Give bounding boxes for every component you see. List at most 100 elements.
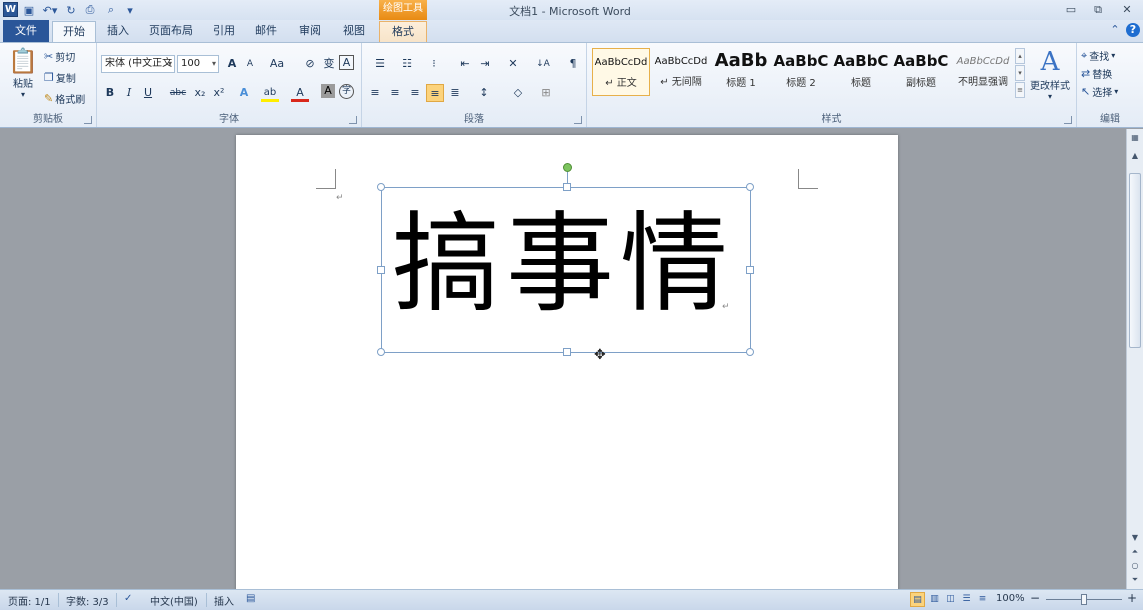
resize-handle-bottom[interactable] — [563, 348, 571, 356]
clipboard-dialog-launcher[interactable] — [84, 116, 92, 124]
tab-page-layout[interactable]: 页面布局 — [142, 21, 200, 42]
line-spacing-button[interactable]: ↕ — [472, 84, 496, 102]
underline-button[interactable]: U — [139, 84, 157, 102]
styles-dialog-launcher[interactable] — [1064, 116, 1072, 124]
resize-handle-bottom-right[interactable] — [746, 348, 754, 356]
zoom-out-button[interactable]: − — [1030, 591, 1040, 605]
paste-button[interactable]: 📋 粘贴 ▾ — [8, 47, 38, 103]
superscript-button[interactable]: x² — [210, 84, 228, 102]
text-box-content[interactable]: 搞事情 — [392, 200, 734, 330]
zoom-level[interactable]: 100% — [996, 593, 1025, 604]
increase-indent-button[interactable]: ⇥ — [476, 55, 494, 73]
resize-handle-top-right[interactable] — [746, 183, 754, 191]
align-left-button[interactable]: ≡ — [366, 84, 384, 102]
text-box[interactable]: 搞事情 ↵ ✥ — [377, 163, 754, 363]
replace-button[interactable]: ⇄ 替换 — [1081, 66, 1112, 81]
justify-button[interactable]: ≡ — [426, 84, 444, 102]
style-subtitle[interactable]: AaBbC 副标题 — [892, 48, 950, 96]
select-button[interactable]: ↖ 选择 ▾ — [1081, 84, 1118, 99]
tab-view[interactable]: 视图 — [336, 21, 372, 42]
tab-insert[interactable]: 插入 — [100, 21, 136, 42]
grow-font-button[interactable]: A — [223, 55, 241, 73]
resize-handle-bottom-left[interactable] — [377, 348, 385, 356]
align-right-button[interactable]: ≡ — [406, 84, 424, 102]
change-case-button[interactable]: Aa — [265, 55, 289, 73]
tab-mailings[interactable]: 邮件 — [248, 21, 284, 42]
tab-review[interactable]: 审阅 — [291, 21, 329, 42]
draft-view-icon[interactable]: ≡ — [975, 592, 990, 607]
cut-button[interactable]: ✂ 剪切 — [44, 49, 75, 64]
subscript-button[interactable]: x₂ — [191, 84, 209, 102]
proofing-icon[interactable]: ✓ — [124, 593, 132, 604]
redo-icon[interactable]: ↻ — [64, 2, 78, 18]
shrink-font-button[interactable]: A — [241, 55, 259, 73]
print-preview-icon[interactable]: ⌕ — [102, 2, 120, 18]
minimize-ribbon-icon[interactable]: ⌃ — [1108, 23, 1122, 37]
scrollbar-thumb[interactable] — [1129, 173, 1141, 348]
decrease-indent-button[interactable]: ⇤ — [456, 55, 474, 73]
borders-button[interactable]: ⊞ — [534, 84, 558, 102]
undo-icon[interactable]: ↶▾ — [40, 2, 60, 18]
page-count[interactable]: 页面: 1/1 — [8, 593, 51, 608]
paragraph-shading-button[interactable]: ◇ — [506, 84, 530, 102]
word-app-icon[interactable]: W — [3, 2, 18, 17]
chinese-layout-button[interactable]: ✕ — [502, 55, 524, 73]
font-size-combo[interactable]: 100 ▾ — [177, 55, 219, 73]
next-page-icon[interactable]: ⏷ — [1129, 575, 1141, 585]
minimize-button[interactable]: ▭ — [1060, 1, 1082, 18]
highlight-button[interactable]: ab — [261, 84, 279, 102]
resize-handle-top-left[interactable] — [377, 183, 385, 191]
tab-references[interactable]: 引用 — [206, 21, 242, 42]
style-heading-1[interactable]: AaBb 标题 1 — [712, 48, 770, 96]
insert-mode-indicator[interactable]: 插入 — [214, 593, 234, 608]
font-color-button[interactable]: A — [291, 84, 309, 102]
ruler-toggle-icon[interactable]: ▦ — [1129, 133, 1141, 142]
clear-formatting-button[interactable]: ⊘ — [301, 55, 319, 73]
copy-button[interactable]: ❐ 复制 — [44, 70, 76, 85]
show-marks-button[interactable]: ¶ — [564, 55, 582, 73]
print-layout-view-icon[interactable]: ▤ — [910, 592, 925, 607]
outline-view-icon[interactable]: ☰ — [959, 592, 974, 607]
word-count[interactable]: 字数: 3/3 — [66, 593, 109, 608]
style-normal[interactable]: AaBbCcDd ↵ 正文 — [592, 48, 650, 96]
quick-print-icon[interactable]: ⎙ — [82, 2, 98, 18]
italic-button[interactable]: I — [120, 84, 138, 102]
scroll-up-icon[interactable]: ▲ — [1129, 151, 1141, 160]
distributed-button[interactable]: ≣ — [446, 84, 464, 102]
font-dialog-launcher[interactable] — [349, 116, 357, 124]
tab-format[interactable]: 格式 — [379, 21, 427, 42]
document-page[interactable]: ↵ 搞事情 ↵ ✥ — [236, 135, 898, 595]
web-layout-view-icon[interactable]: ◫ — [943, 592, 958, 607]
style-title[interactable]: AaBbC 标题 — [832, 48, 890, 96]
resize-handle-top[interactable] — [563, 183, 571, 191]
save-icon[interactable]: ▣ — [22, 2, 36, 18]
zoom-in-button[interactable]: + — [1127, 591, 1137, 605]
font-name-combo[interactable]: 宋体 (中文正文 ▾ — [101, 55, 175, 73]
align-center-button[interactable]: ≡ — [386, 84, 404, 102]
change-styles-button[interactable]: A 更改样式 ▾ — [1027, 47, 1073, 103]
bold-button[interactable]: B — [101, 84, 119, 102]
resize-handle-right[interactable] — [746, 266, 754, 274]
tab-home[interactable]: 开始 — [52, 21, 96, 42]
strikethrough-button[interactable]: abc — [167, 84, 189, 102]
close-button[interactable]: ✕ — [1116, 1, 1138, 18]
previous-page-icon[interactable]: ⏶ — [1129, 547, 1141, 557]
paragraph-dialog-launcher[interactable] — [574, 116, 582, 124]
rotation-handle[interactable] — [563, 163, 572, 172]
macro-record-icon[interactable]: ▤ — [246, 593, 255, 604]
bullets-button[interactable]: ☰ — [368, 55, 392, 73]
style-no-spacing[interactable]: AaBbCcDd ↵ 无间隔 — [652, 48, 710, 96]
vertical-scrollbar[interactable]: ▦ ▲ ▼ ⏶ ○ ⏷ — [1126, 129, 1143, 589]
tab-file[interactable]: 文件 — [3, 20, 49, 42]
numbering-button[interactable]: ☷ — [395, 55, 419, 73]
help-icon[interactable]: ? — [1126, 23, 1140, 37]
gallery-scroll-down-icon[interactable]: ▾ — [1015, 65, 1025, 81]
resize-handle-left[interactable] — [377, 266, 385, 274]
multilevel-list-button[interactable]: ⁝ — [422, 55, 446, 73]
format-painter-button[interactable]: ✎ 格式刷 — [44, 91, 85, 106]
zoom-slider-thumb[interactable] — [1081, 594, 1087, 605]
character-border-button[interactable]: A — [339, 55, 354, 70]
scroll-down-icon[interactable]: ▼ — [1129, 533, 1141, 542]
sort-button[interactable]: ↓A — [532, 55, 554, 73]
character-shading-button[interactable]: A — [321, 84, 335, 98]
